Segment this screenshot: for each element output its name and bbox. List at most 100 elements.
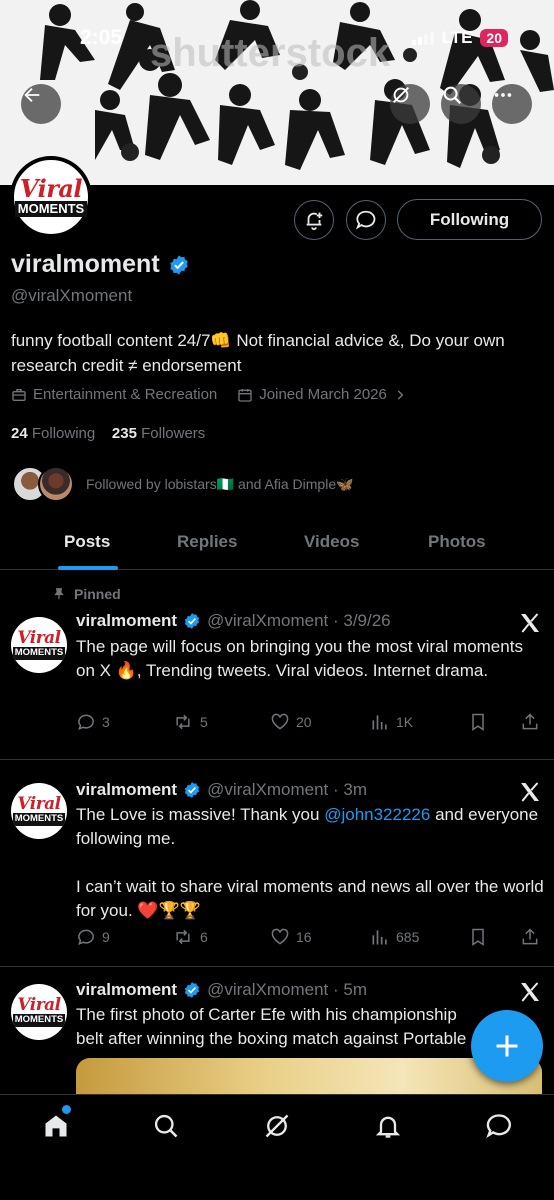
like-button[interactable]: 20 (270, 712, 312, 732)
repost-button[interactable]: 5 (172, 712, 208, 732)
x-logo-icon[interactable] (518, 611, 542, 635)
post-avatar-logo-moments: MOMENTS (12, 647, 66, 660)
verified-badge-icon[interactable] (168, 254, 190, 276)
post-handle-time: @viralXmoment · 5m (207, 980, 367, 999)
notifications-subscribe-button[interactable] (294, 200, 334, 240)
post-author-name[interactable]: viralmoment (76, 611, 177, 631)
share-button[interactable] (520, 712, 540, 732)
x-logo-icon[interactable] (518, 780, 542, 804)
reply-button[interactable]: 3 (76, 712, 110, 732)
bookmark-button[interactable] (468, 927, 488, 947)
profile-avatar[interactable]: Viral MOMENTS (10, 156, 92, 238)
post-text-start: The Love is massive! Thank you (76, 805, 325, 824)
repost-icon (176, 714, 190, 730)
post-avatar[interactable]: Viral MOMENTS (11, 617, 67, 673)
followers-count: 235 (111, 425, 137, 442)
avatar-logo-viral: Viral (19, 173, 83, 203)
reply-button[interactable]: 9 (76, 927, 110, 947)
message-button[interactable] (346, 200, 386, 240)
chevron-right-icon[interactable] (393, 388, 407, 402)
verified-badge-icon (184, 982, 200, 998)
grok-icon (265, 1114, 289, 1138)
status-icons: LTE 20 (411, 28, 508, 48)
heart-icon (271, 928, 289, 945)
followed-by-row[interactable]: Followed by lobistars🇳🇬 and Afia Dimple🦋 (12, 466, 354, 502)
repost-icon (176, 929, 190, 945)
reply-count: 9 (102, 929, 110, 945)
plus-icon (496, 1035, 518, 1057)
post-author-name[interactable]: viralmoment (76, 780, 177, 800)
profile-joined: Joined March 2026 (259, 386, 387, 403)
nav-grok[interactable] (262, 1111, 292, 1141)
display-name-text: viralmoment (11, 250, 160, 278)
profile-bio: funny football content 24/7👊 Not financi… (11, 331, 505, 375)
share-icon (522, 713, 538, 730)
bookmark-button[interactable] (468, 712, 488, 732)
bookmark-icon (472, 713, 484, 731)
share-button[interactable] (520, 927, 540, 947)
post-item[interactable]: Viral MOMENTS viralmoment @viralXmoment … (0, 761, 554, 967)
post-actions: 3 5 20 1K (76, 712, 546, 736)
like-count: 16 (296, 929, 312, 945)
views-bar-chart-icon (372, 930, 387, 945)
arrow-left-icon (24, 87, 40, 103)
bookmark-icon (472, 928, 484, 946)
post-actions: 9 6 16 685 (76, 927, 546, 951)
post-mention-link[interactable]: @john322226 (324, 805, 430, 824)
repost-button[interactable]: 6 (172, 927, 208, 947)
views-count: 685 (396, 929, 420, 945)
views-button[interactable]: 685 (370, 927, 419, 947)
views-button[interactable]: 1K (370, 712, 413, 732)
following-label: Following (31, 425, 96, 442)
briefcase-icon (12, 388, 26, 401)
nav-messages[interactable] (484, 1111, 514, 1141)
post-avatar[interactable]: Viral MOMENTS (11, 783, 67, 839)
post-item[interactable]: Viral MOMENTS viralmoment @viralXmoment … (0, 575, 554, 760)
tab-posts[interactable]: Posts (64, 532, 110, 552)
followers-count-link[interactable]: 235 Followers (112, 425, 205, 442)
bottom-navigation (0, 1094, 554, 1200)
tab-videos[interactable]: Videos (304, 532, 359, 552)
post-avatar[interactable]: Viral MOMENTS (11, 984, 67, 1040)
nav-home[interactable] (41, 1111, 71, 1141)
tab-photos[interactable]: Photos (428, 532, 486, 552)
search-icon (154, 1114, 178, 1138)
profile-meta: Entertainment & Recreation Joined March … (11, 386, 407, 403)
post-author-name[interactable]: viralmoment (76, 980, 177, 1000)
active-tab-indicator (58, 566, 118, 570)
bell-icon (375, 1116, 401, 1138)
followed-by-text: Followed by lobistars🇳🇬 and Afia Dimple🦋 (86, 475, 354, 492)
profile-display-name: viralmoment (11, 250, 190, 279)
post-avatar-logo-moments: MOMENTS (12, 813, 66, 826)
profile-category[interactable]: Entertainment & Recreation (33, 386, 217, 403)
following-count-link[interactable]: 24 Following (11, 425, 95, 442)
reply-icon (78, 929, 94, 945)
x-logo-icon[interactable] (518, 980, 542, 1004)
like-count: 20 (296, 714, 312, 730)
back-button[interactable] (21, 84, 61, 124)
search-button[interactable] (441, 84, 481, 124)
profile-banner[interactable]: shutterstock 2:05 LTE 20 (0, 0, 554, 185)
profile-handle: @viralXmoment (11, 286, 133, 305)
home-icon (45, 1115, 67, 1137)
more-dots-icon (494, 93, 512, 97)
follower-avatar-2 (38, 466, 74, 502)
like-button[interactable]: 16 (270, 927, 312, 947)
battery-icon: 20 (480, 29, 508, 47)
profile-counts: 24 Following 235 Followers (11, 425, 205, 442)
tab-replies[interactable]: Replies (177, 532, 237, 552)
more-button[interactable] (492, 84, 532, 124)
post-header: viralmoment @viralXmoment · 3/9/26 (76, 611, 391, 631)
nav-notifications[interactable] (373, 1111, 403, 1141)
nav-search[interactable] (151, 1111, 181, 1141)
grok-button[interactable] (390, 84, 430, 124)
calendar-icon (238, 388, 252, 402)
verified-badge-icon (184, 613, 200, 629)
profile-tabs: Posts Replies Videos Photos (0, 520, 554, 570)
following-button[interactable]: Following (397, 199, 542, 240)
post-media-image[interactable] (76, 1058, 542, 1098)
post-header: viralmoment @viralXmoment · 3m (76, 780, 367, 800)
views-count: 1K (396, 714, 414, 730)
post-avatar-logo-viral: Viral (17, 995, 61, 1016)
compose-post-button[interactable] (471, 1010, 543, 1082)
